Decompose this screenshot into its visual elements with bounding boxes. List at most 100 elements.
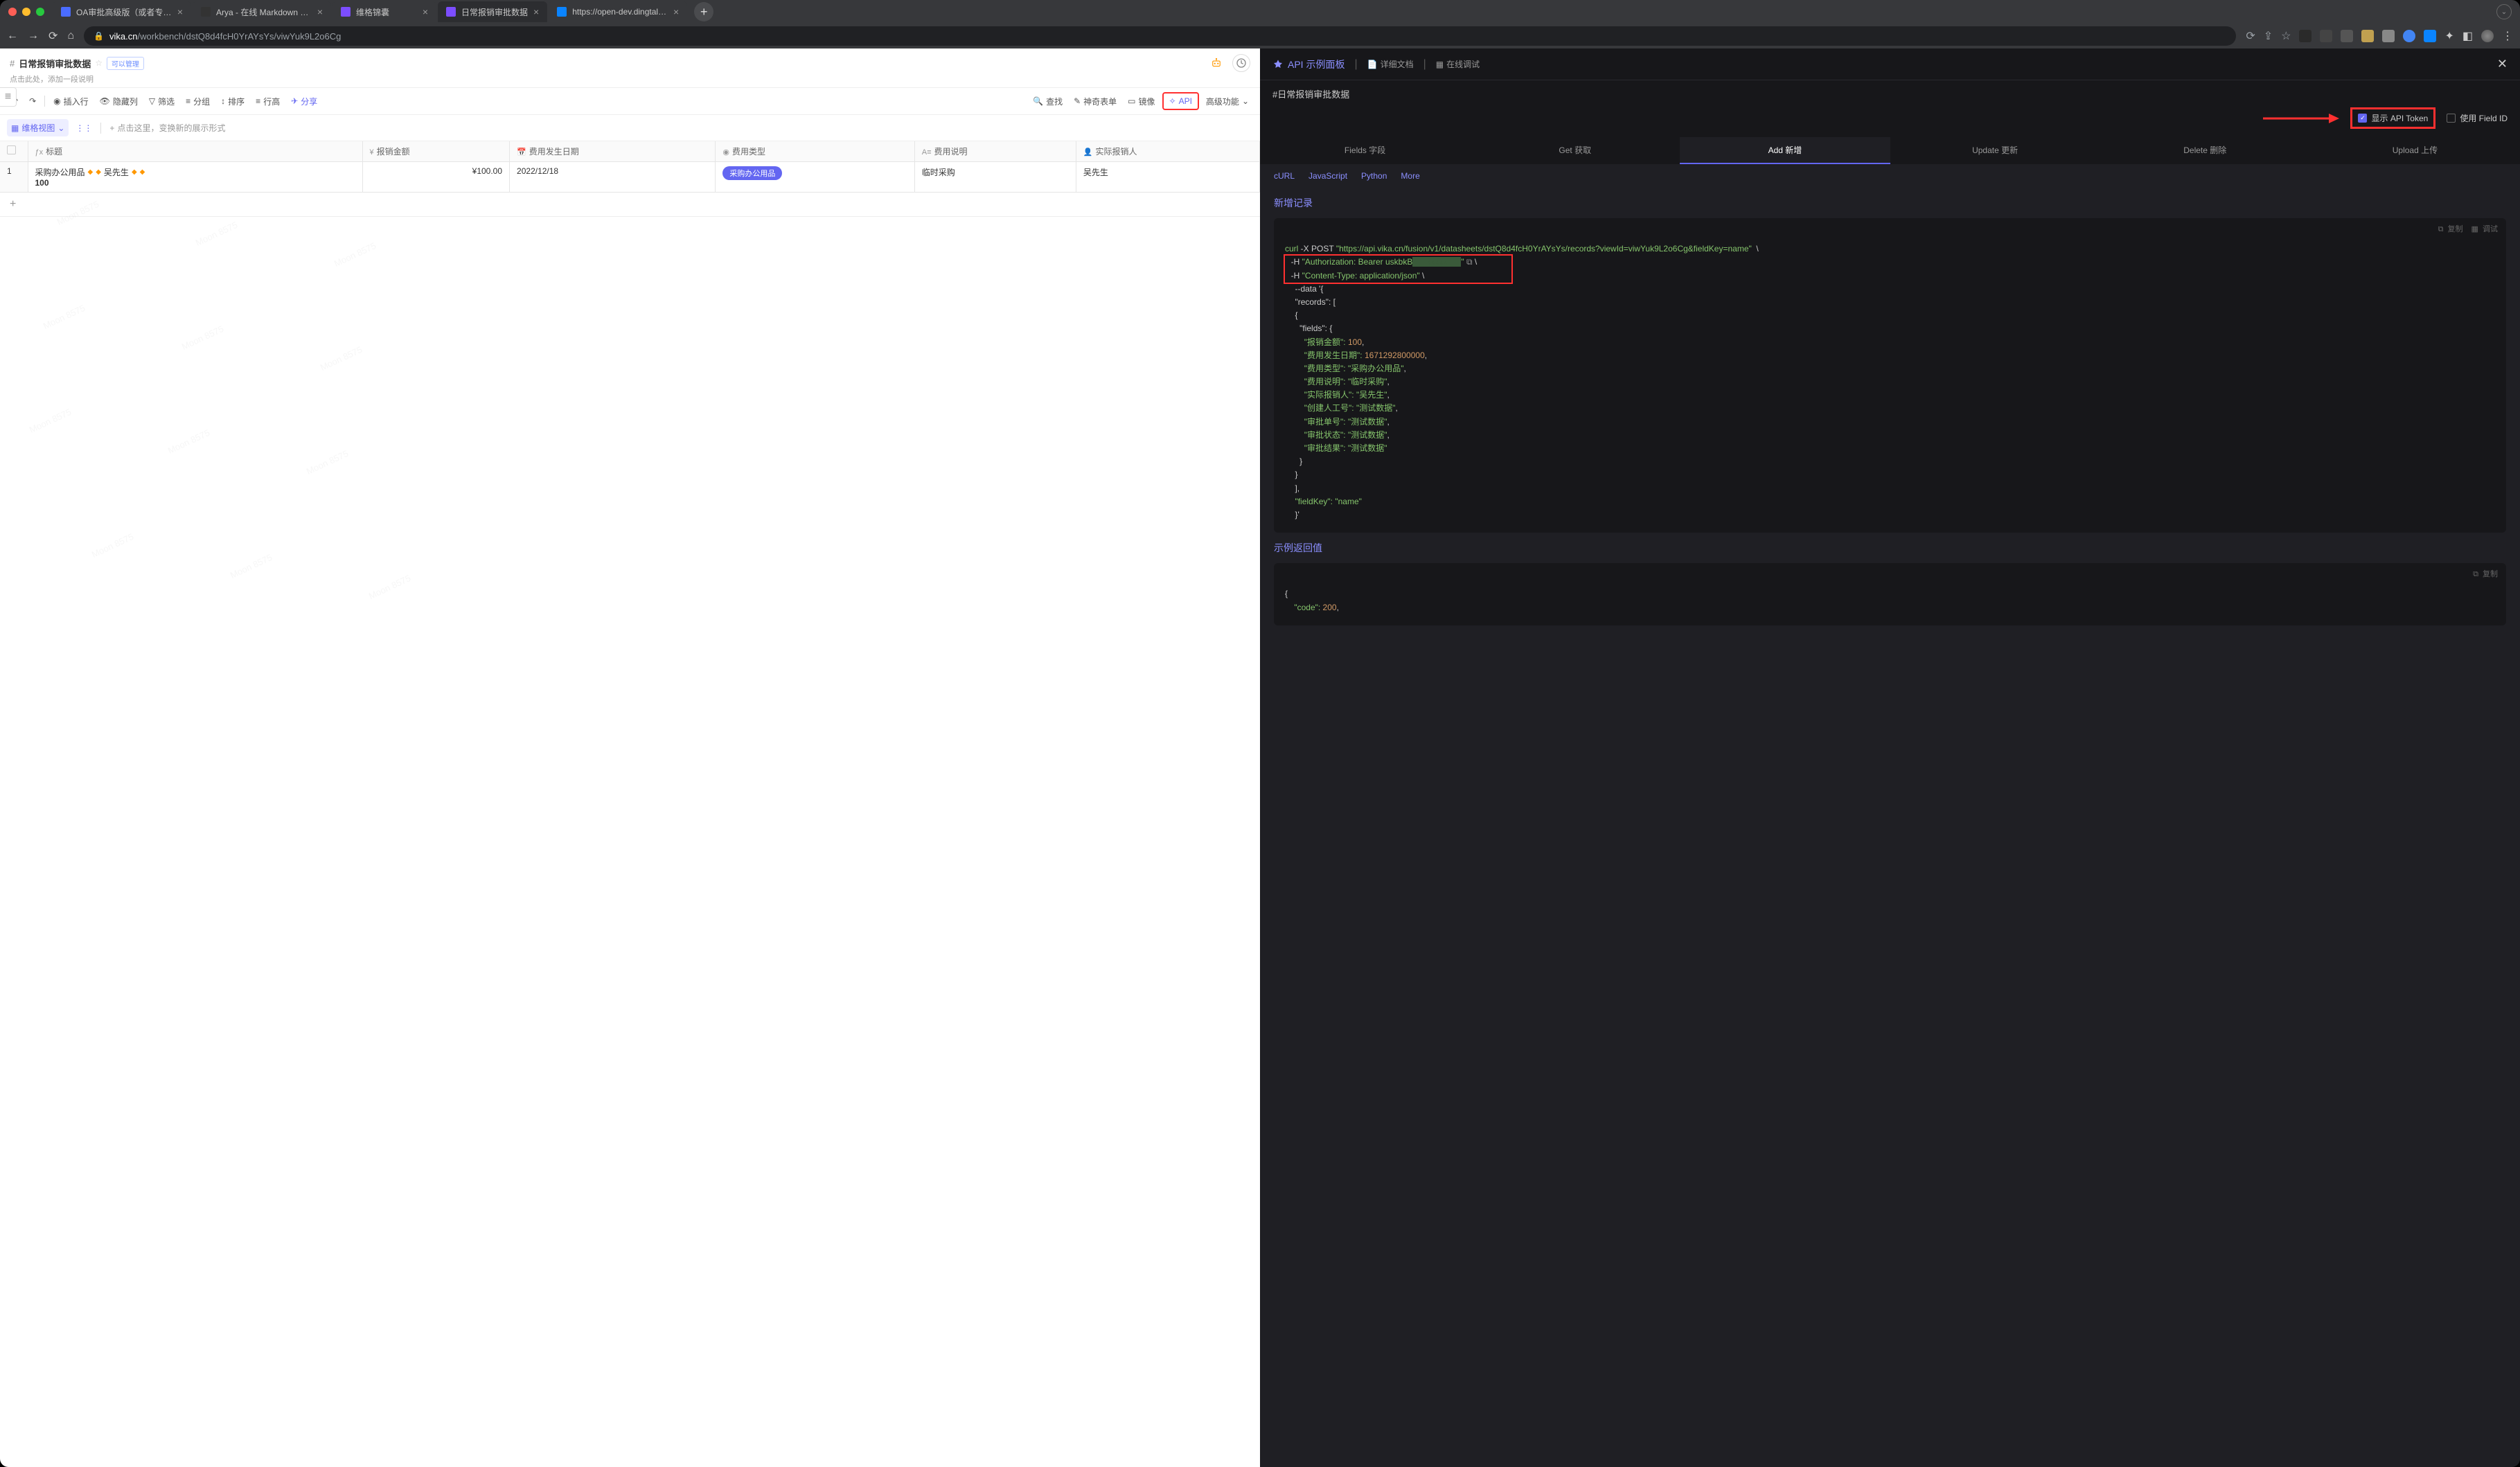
history-icon[interactable] [1232, 54, 1250, 72]
tab-get[interactable]: Get 获取 [1470, 137, 1680, 164]
cell-date[interactable]: 2022/12/18 [510, 162, 716, 193]
cell-desc[interactable]: 临时采购 [914, 162, 1076, 193]
cell-type[interactable]: 采购办公用品 [716, 162, 914, 193]
magic-form-button[interactable]: ✎ 神奇表单 [1070, 93, 1121, 110]
url-path: /workbench/dstQ8d4fcH0YrAYsYs/viwYuk9L2o… [138, 31, 341, 42]
reload-button[interactable]: ⟳ [48, 29, 57, 43]
row-number[interactable]: 1 [0, 162, 28, 193]
cell-person[interactable]: 吴先生 [1076, 162, 1259, 193]
share-button[interactable]: ✈ 分享 [287, 93, 321, 110]
tab-oa[interactable]: OA审批高级版（或者专业版钉 × [53, 1, 191, 22]
code-block-response[interactable]: ⧉ 复制 { "code": 200, [1274, 563, 2506, 625]
datasheet-title[interactable]: 日常报销审批数据 [19, 57, 91, 70]
cell-amount[interactable]: ¥100.00 [362, 162, 510, 193]
col-amount[interactable]: ¥报销金额 [362, 141, 510, 162]
minimize-window-button[interactable] [22, 8, 30, 16]
robot-icon[interactable] [1207, 54, 1225, 72]
tab-dingtalk[interactable]: https://open-dev.dingtalk.com × [549, 1, 687, 22]
advanced-button[interactable]: 高级功能 ⌄ [1202, 93, 1253, 110]
content-split: Moon 8575 Moon 8575 Moon 8575 Moon 8575 … [0, 48, 2520, 1467]
filter-button[interactable]: ▽ 筛选 [145, 93, 179, 110]
close-icon[interactable]: × [533, 6, 539, 17]
menu-icon[interactable]: ⋮ [2502, 29, 2513, 43]
datasheet-description[interactable]: 点击此处，添加一段说明 [10, 73, 1250, 85]
section-response: 示例返回值 [1274, 533, 2506, 563]
chevron-down-icon[interactable]: ⌄ [2496, 4, 2512, 19]
tab-add[interactable]: Add 新增 [1680, 137, 1890, 164]
tab-update[interactable]: Update 更新 [1890, 137, 2100, 164]
new-view-button[interactable]: + 点击这里，变换新的展示形式 [105, 119, 229, 136]
select-all-header[interactable] [0, 141, 28, 162]
use-fieldid-checkbox[interactable]: 使用 Field ID [2447, 112, 2508, 124]
api-button[interactable]: ✧ API [1162, 92, 1199, 110]
tab-active[interactable]: 日常报销审批数据 × [438, 1, 547, 22]
tab-upload[interactable]: Upload 上传 [2310, 137, 2520, 164]
update-icon[interactable]: ⟳ [2246, 29, 2255, 43]
tab-jinnang[interactable]: 维格锦囊 × [332, 1, 436, 22]
close-icon[interactable]: ✕ [2497, 57, 2508, 71]
panel-icon[interactable]: ◧ [2463, 29, 2473, 43]
ext-icon[interactable] [2299, 30, 2312, 42]
table-row[interactable]: 1 采购办公用品 ◆◆ 吴先生 ◆◆ 100 ¥100.00 2022/12/1… [0, 162, 1260, 193]
copy-token-icon[interactable]: ⧉ [1466, 257, 1473, 267]
star-icon[interactable]: ☆ [95, 58, 103, 68]
search-button[interactable]: 🔍 查找 [1029, 93, 1067, 110]
grid-area[interactable]: ƒx标题 ¥报销金额 📅费用发生日期 ◉费用类型 A≡费用说明 👤实际报销人 1 [0, 141, 1260, 1467]
close-window-button[interactable] [8, 8, 17, 16]
subtab-curl[interactable]: cURL [1274, 171, 1295, 181]
copy-button[interactable]: ⧉ 复制 [2473, 569, 2498, 581]
share-icon[interactable]: ⇪ [2264, 29, 2273, 43]
back-button[interactable]: ← [7, 30, 18, 42]
add-row-button[interactable]: + [0, 193, 1260, 217]
star-icon[interactable]: ☆ [2281, 29, 2291, 43]
ext-icon[interactable] [2361, 30, 2374, 42]
col-type[interactable]: ◉费用类型 [716, 141, 914, 162]
ext-icon[interactable] [2341, 30, 2353, 42]
hidden-cols-button[interactable]: 👁 隐藏列 [96, 93, 142, 110]
ext-icon[interactable] [2403, 30, 2415, 42]
tab-arya[interactable]: Arya - 在线 Markdown 编辑器 × [193, 1, 331, 22]
subtab-python[interactable]: Python [1361, 171, 1387, 181]
debug-button[interactable]: ▦ 调试 [2472, 224, 2498, 236]
col-title[interactable]: ƒx标题 [28, 141, 362, 162]
ext-icon[interactable] [2424, 30, 2436, 42]
maximize-window-button[interactable] [36, 8, 44, 16]
insert-row-button[interactable]: ◉ 插入行 [49, 93, 93, 110]
api-debug-link[interactable]: ▦ 在线调试 [1436, 58, 1480, 70]
code-block-request[interactable]: ⧉ 复制 ▦ 调试 curl -X POST "https://api.vika… [1274, 218, 2506, 533]
api-body[interactable]: 新增记录 ⧉ 复制 ▦ 调试 curl -X POST "https://api… [1260, 188, 2520, 1467]
copy-button[interactable]: ⧉ 复制 [2438, 224, 2463, 236]
profile-avatar[interactable] [2481, 30, 2494, 42]
home-button[interactable]: ⌂ [67, 30, 74, 42]
cell-title[interactable]: 采购办公用品 ◆◆ 吴先生 ◆◆ 100 [28, 162, 362, 193]
redo-button[interactable]: ↷ [25, 94, 40, 109]
col-person[interactable]: 👤实际报销人 [1076, 141, 1259, 162]
tab-delete[interactable]: Delete 删除 [2100, 137, 2310, 164]
more-icon[interactable]: ⋮⋮ [71, 121, 96, 136]
sidebar-collapse-button[interactable]: ≡ [0, 87, 17, 107]
ext-icon[interactable] [2320, 30, 2332, 42]
close-icon[interactable]: × [177, 6, 183, 17]
close-icon[interactable]: × [317, 6, 323, 17]
api-language-tabs: cURL JavaScript Python More [1260, 164, 2520, 188]
new-tab-button[interactable]: + [694, 2, 713, 21]
url-input[interactable]: 🔒 vika.cn/workbench/dstQ8d4fcH0YrAYsYs/v… [84, 26, 2236, 46]
close-icon[interactable]: × [423, 6, 428, 17]
subtab-js[interactable]: JavaScript [1308, 171, 1347, 181]
sort-button[interactable]: ↕ 排序 [217, 93, 249, 110]
forward-button[interactable]: → [28, 30, 39, 42]
group-button[interactable]: ≡ 分组 [181, 93, 214, 110]
ext-icon[interactable] [2382, 30, 2395, 42]
mirror-button[interactable]: ▭ 镜像 [1124, 93, 1159, 110]
col-date[interactable]: 📅费用发生日期 [510, 141, 716, 162]
tab-fields[interactable]: Fields 字段 [1260, 137, 1470, 164]
puzzle-icon[interactable]: ✦ [2444, 29, 2454, 43]
row-height-button[interactable]: ≡ 行高 [251, 93, 284, 110]
api-doc-link[interactable]: 📄 详细文档 [1367, 58, 1414, 70]
close-icon[interactable]: × [673, 6, 679, 17]
subtab-more[interactable]: More [1401, 171, 1419, 181]
view-selector[interactable]: ▦ 维格视图 ⌄ [7, 119, 69, 136]
col-desc[interactable]: A≡费用说明 [914, 141, 1076, 162]
show-token-checkbox[interactable]: ✓显示 API Token [2358, 112, 2428, 124]
vika-toolbar: ↶ ↷ ◉ 插入行 👁 隐藏列 ▽ 筛选 ≡ 分组 ↕ 排序 ≡ 行高 ✈ 分享… [0, 88, 1260, 115]
